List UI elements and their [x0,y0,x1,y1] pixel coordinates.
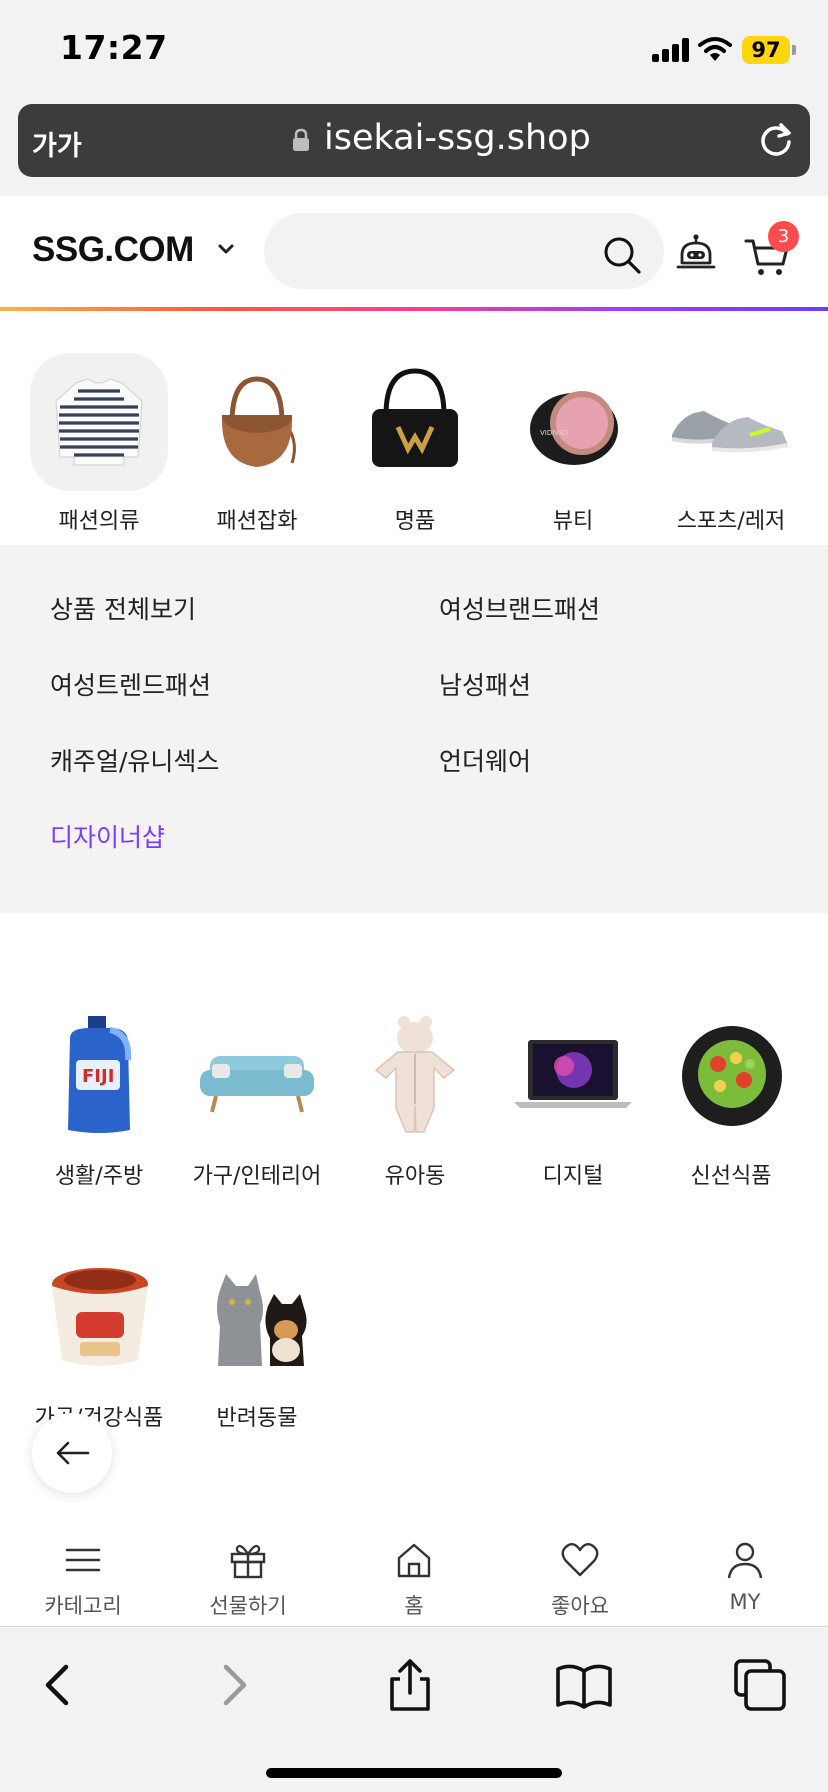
lock-icon [293,128,309,151]
tab-gift[interactable]: 선물하기 [165,1510,331,1625]
share-icon[interactable] [380,1655,440,1715]
tab-label: MY [729,1590,761,1614]
kimchi-cup-icon [30,1250,168,1388]
battery-indicator: 97 [742,36,790,64]
category-label: 생활/주방 [54,1164,144,1189]
cushion-compact-icon: VIDIVICI [504,353,642,491]
bookmarks-book-icon[interactable] [554,1655,614,1715]
category-digital[interactable]: 디지털 [494,1008,652,1190]
sofa-icon [188,1008,326,1146]
category-label: 가구/인테리어 [192,1164,322,1189]
category-label: 반려동물 [216,1406,298,1431]
cellular-signal-icon [652,38,690,62]
search-icon[interactable] [602,235,642,275]
submenu-women-trend[interactable]: 여성트렌드패션 [50,666,211,702]
submenu-women-brand[interactable]: 여성브랜드패션 [439,590,600,626]
category-fashion-accessories[interactable]: 패션잡화 [178,353,336,535]
category-fashion-clothing[interactable]: 패션의류 [20,353,178,535]
svg-text:VIDIVICI: VIDIVICI [540,429,568,437]
submenu-men-fashion[interactable]: 남성패션 [439,666,531,702]
submenu-all-products[interactable]: 상품 전체보기 [50,590,196,626]
chevron-down-icon[interactable] [218,243,234,255]
category-label: 패션의류 [58,509,140,534]
heart-icon [561,1543,599,1577]
cart-count-badge: 3 [768,221,799,252]
category-processed-health-food[interactable]: 가공/건강식품 [20,1250,178,1432]
browser-toolbar [0,1626,828,1792]
chevron-left-icon[interactable] [28,1655,88,1715]
luxury-bag-icon [346,353,484,491]
category-label: 패션잡화 [216,509,298,534]
home-indicator [266,1768,562,1778]
header-gradient-divider [0,307,828,311]
submenu-underwear[interactable]: 언더웨어 [439,742,531,778]
sneakers-icon [662,353,800,491]
browser-address-area: 가가 isekai-ssg.shop [0,100,828,196]
category-kids[interactable]: 유아동 [336,1008,494,1190]
bottom-tab-bar: 카테고리 선물하기 홈 좋아요 MY [0,1510,828,1625]
baby-onesie-icon [346,1008,484,1146]
battery-tip [792,45,796,55]
status-time: 17:27 [60,28,168,67]
tab-category[interactable]: 카테고리 [0,1510,166,1625]
gift-icon [230,1544,266,1579]
category-label: 유아동 [384,1164,446,1189]
menu-icon [65,1548,101,1572]
category-furniture-interior[interactable]: 가구/인테리어 [178,1008,336,1190]
wifi-icon [698,37,732,61]
tab-my[interactable]: MY [662,1510,828,1625]
category-label: 신선식품 [690,1164,772,1189]
category-label: 스포츠/레저 [676,509,786,534]
submenu-designer-shop[interactable]: 디자이너샵 [50,818,165,854]
salad-bowl-icon [662,1008,800,1146]
category-sports-leisure[interactable]: 스포츠/레저 [652,353,810,535]
category-label: 뷰티 [552,509,594,534]
status-bar: 17:27 97 [0,0,828,100]
site-header: SSG.COM 3 [0,197,828,309]
svg-text:FIJI: FIJI [82,1066,114,1087]
category-beauty[interactable]: VIDIVICI 뷰티 [494,353,652,535]
striped-shirt-icon [30,353,168,491]
url-text[interactable]: isekai-ssg.shop [324,118,591,158]
chevron-right-icon[interactable] [204,1655,264,1715]
tab-like[interactable]: 좋아요 [497,1510,663,1625]
category-label: 명품 [394,509,436,534]
fashion-submenu-panel: 상품 전체보기 여성브랜드패션 여성트렌드패션 남성패션 캐주얼/유니섹스 언더… [0,545,828,913]
brown-handbag-icon [188,353,326,491]
laptop-icon [504,1008,642,1146]
category-pets[interactable]: 반려동물 [178,1250,336,1432]
reload-icon[interactable] [756,120,796,160]
ssg-logo[interactable]: SSG.COM [32,230,194,270]
floating-back-button[interactable] [32,1413,112,1493]
category-fresh-food[interactable]: 신선식품 [652,1008,810,1190]
tabs-icon[interactable] [730,1655,790,1715]
tab-label: 홈 [404,1594,424,1618]
chatbot-icon[interactable] [676,233,716,275]
tab-label: 카테고리 [44,1594,122,1618]
category-luxury[interactable]: 명품 [336,353,494,535]
arrow-left-icon [56,1441,90,1465]
cat-and-dog-icon [188,1250,326,1388]
detergent-bottle-icon: FIJI [30,1008,168,1146]
home-icon [397,1543,431,1578]
text-size-button[interactable]: 가가 [32,124,82,163]
category-living-kitchen[interactable]: FIJI 생활/주방 [20,1008,178,1190]
person-icon [727,1542,763,1579]
tab-label: 좋아요 [551,1594,609,1618]
tab-home[interactable]: 홈 [331,1510,497,1625]
category-label: 디지털 [542,1164,604,1189]
address-bar[interactable]: 가가 isekai-ssg.shop [18,104,810,177]
tab-label: 선물하기 [209,1594,287,1618]
submenu-casual-unisex[interactable]: 캐주얼/유니섹스 [50,742,219,778]
